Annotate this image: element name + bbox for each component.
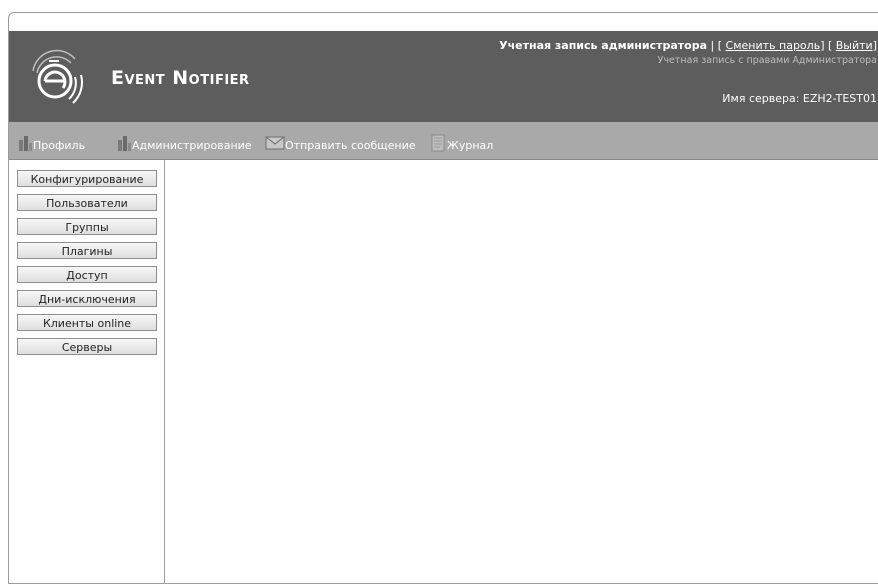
server-name-text: Имя сервера: EZH2-TEST01 <box>722 92 877 105</box>
admin-icon <box>118 136 131 151</box>
logout-link[interactable]: Выйти <box>836 39 873 52</box>
sidebar-item-exception-days[interactable]: Дни-исключения <box>17 290 157 307</box>
nav-journal-label: Журнал <box>447 139 494 152</box>
account-separator: ] [ <box>820 39 836 52</box>
sidebar-item-configuration[interactable]: Конфигурирование <box>17 170 157 187</box>
sidebar-item-groups[interactable]: Группы <box>17 218 157 235</box>
sidebar: Конфигурирование Пользователи Группы Пла… <box>9 160 165 583</box>
nav-administration[interactable]: Администрирование <box>116 132 252 152</box>
profile-icon <box>19 136 32 151</box>
sidebar-item-users[interactable]: Пользователи <box>17 194 157 211</box>
top-navigation: Профиль Администрирование Отправить сооб… <box>9 122 878 160</box>
nav-administration-label: Администрирование <box>132 139 252 152</box>
main-content <box>165 160 878 583</box>
account-separator: ] <box>872 39 877 52</box>
account-label: Учетная запись администратора <box>499 39 708 52</box>
sidebar-item-servers[interactable]: Серверы <box>17 338 157 355</box>
header: Event Notifier Учетная запись администра… <box>9 31 878 122</box>
app-window: Event Notifier Учетная запись администра… <box>8 12 878 584</box>
change-password-link[interactable]: Сменить пароль <box>726 39 821 52</box>
sidebar-item-clients-online[interactable]: Клиенты online <box>17 314 157 331</box>
account-line: Учетная запись администратора | [ Сменит… <box>499 39 877 52</box>
account-rights-text: Учетная запись с правами Администратора <box>657 55 877 66</box>
brand-title: Event Notifier <box>111 67 250 89</box>
nav-journal[interactable]: Журнал <box>429 132 493 152</box>
journal-icon <box>431 134 445 152</box>
nav-send-message[interactable]: Отправить сообщение <box>265 132 416 152</box>
envelope-icon <box>265 136 285 150</box>
account-separator: | [ <box>707 39 726 52</box>
sidebar-item-access[interactable]: Доступ <box>17 266 157 283</box>
nav-profile[interactable]: Профиль <box>17 132 85 152</box>
event-notifier-logo-icon <box>32 49 83 104</box>
nav-profile-label: Профиль <box>33 139 86 152</box>
sidebar-item-plugins[interactable]: Плагины <box>17 242 157 259</box>
nav-send-message-label: Отправить сообщение <box>285 139 416 152</box>
